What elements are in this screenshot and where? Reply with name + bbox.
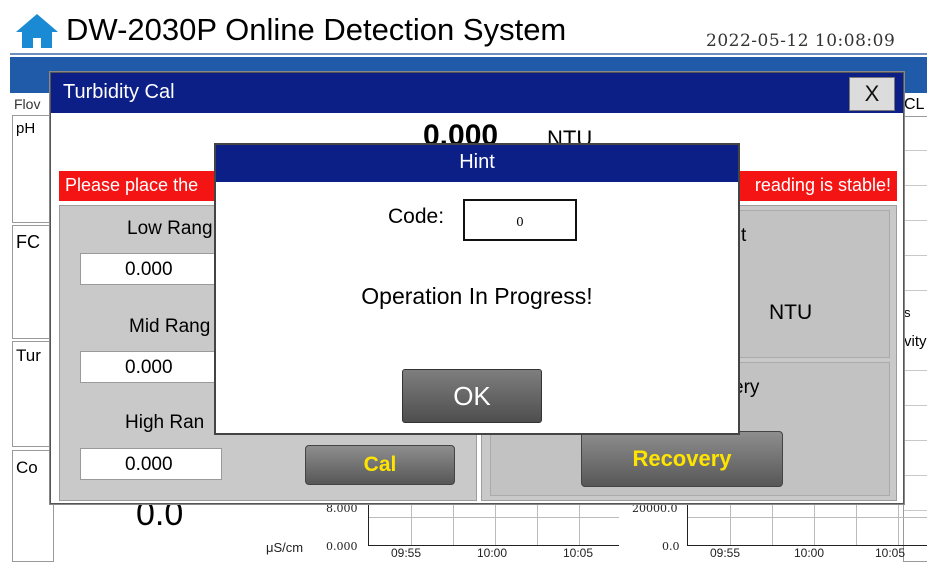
banner-text-right: reading is stable!	[754, 175, 891, 195]
close-button[interactable]: X	[849, 77, 895, 111]
flow-label: Flov	[14, 96, 41, 112]
gridline	[579, 503, 580, 545]
gridline	[904, 220, 927, 221]
gridline	[904, 185, 927, 186]
gridline	[730, 503, 731, 545]
cal-dialog-title: Turbidity Cal	[63, 81, 175, 103]
mid-range-label: Mid Rang	[129, 316, 211, 337]
gridline	[904, 290, 927, 291]
fc-label: FC	[16, 232, 40, 252]
high-range-input[interactable]: 0.000	[80, 448, 222, 480]
chart-right-plot	[687, 503, 927, 546]
hint-dialog-titlebar: Hint	[216, 145, 738, 182]
current-reading-unit: NTU	[769, 301, 813, 324]
cl-label: CL	[904, 96, 925, 113]
gridline	[904, 370, 927, 371]
gridline	[772, 503, 773, 545]
chart-right-y-bottom: 0.0	[662, 540, 680, 553]
cal-button[interactable]: Cal	[305, 445, 455, 485]
code-label: Code:	[388, 205, 445, 228]
mid-range-input[interactable]: 0.000	[80, 351, 222, 383]
right-partial-label: s	[904, 305, 911, 320]
chart-right-x-tick: 10:00	[794, 546, 825, 560]
unit-label: μS/cm	[266, 540, 304, 555]
gridline	[904, 440, 927, 441]
ok-button[interactable]: OK	[402, 369, 542, 423]
turbidity-label: Tur	[16, 346, 41, 365]
code-field[interactable]: 0	[463, 199, 577, 241]
gridline	[904, 405, 927, 406]
chart-left-x-tick: 09:55	[391, 546, 422, 560]
header-divider	[10, 53, 927, 55]
gridline	[904, 150, 927, 151]
gridline	[688, 517, 927, 518]
app-title: DW-2030P Online Detection System	[66, 12, 567, 47]
chart-left-y-bottom: 0.000	[326, 540, 358, 553]
cal-dialog-titlebar: Turbidity Cal X	[51, 73, 903, 113]
conductivity-right-label: vity	[904, 333, 927, 350]
hint-dialog-title: Hint	[459, 151, 495, 173]
chart-right-x-tick: 09:55	[710, 546, 741, 560]
status-message: Operation In Progress!	[361, 283, 593, 309]
gridline	[904, 475, 927, 476]
gridline	[856, 503, 857, 545]
gridline	[369, 517, 619, 518]
chart-left-x-tick: 10:00	[477, 546, 508, 560]
gridline	[904, 255, 927, 256]
gridline	[411, 503, 412, 545]
conductivity-label: Co	[16, 458, 38, 477]
recovery-button[interactable]: Recovery	[581, 431, 783, 487]
low-range-input[interactable]: 0.000	[80, 253, 222, 285]
gridline	[495, 503, 496, 545]
low-range-label: Low Rang	[127, 218, 213, 239]
chart-right-x-tick: 10:05	[875, 546, 906, 560]
chart-left-x-tick: 10:05	[563, 546, 594, 560]
gridline	[814, 503, 815, 545]
gridline	[537, 503, 538, 545]
hint-dialog: Hint Code: 0 Operation In Progress! OK	[214, 143, 740, 435]
banner-text-left: Please place the	[65, 175, 199, 195]
gridline	[453, 503, 454, 545]
current-reading-label: t	[741, 225, 747, 246]
high-range-label: High Ran	[125, 412, 205, 433]
gridline	[898, 503, 899, 545]
datetime-display: 2022-05-12 10:08:09	[706, 31, 896, 51]
chart-left-plot	[368, 503, 619, 546]
home-icon[interactable]	[14, 12, 60, 50]
ph-label: pH	[16, 120, 36, 137]
